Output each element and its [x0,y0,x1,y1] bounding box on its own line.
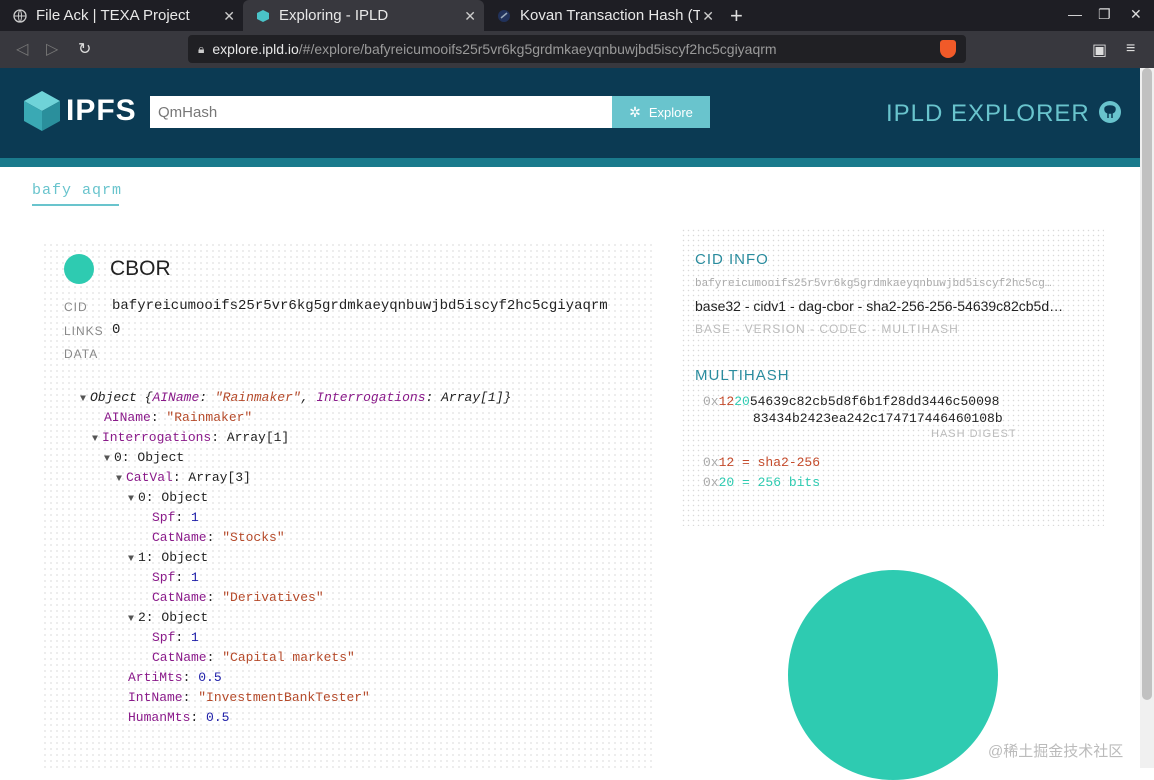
hash-length-line: 0x20 = 256 bits [703,475,821,490]
site-title: IPLD EXPLORER [886,100,1090,127]
cid-value: bafyreicumooifs25r5vr6kg5grdmkaeyqnbuwjb… [112,298,608,314]
expand-triangle-icon[interactable]: ▼ [116,470,126,490]
cid-label: CID [64,300,88,314]
tree-row-catval-1[interactable]: ▼ 1: Object [80,548,511,568]
cid-info-card: CID INFO bafyreicumooifs25r5vr6kg5grdmka… [681,228,1104,526]
minimize-icon[interactable]: — [1068,6,1082,22]
ipfs-cube-icon [255,8,271,24]
cid-info-legend: BASE - VERSION - CODEC - MULTIHASH [695,322,959,336]
tree-row-intname: IntName: "InvestmentBankTester" [128,690,370,705]
maximize-icon[interactable]: ❐ [1098,6,1111,23]
ipfs-logo-icon [22,90,62,137]
cid-info-description: base32 - cidv1 - dag-cbor - sha2-256-256… [695,298,1064,314]
tab-title: File Ack | TEXA Project [36,7,190,24]
tree-row-spf: Spf: 1 [152,510,199,525]
expand-triangle-icon[interactable]: ▼ [80,390,90,410]
tree-row-catname: CatName: "Derivatives" [152,590,324,605]
multihash-line-2: 83434b2423ea242c174717446460108b [753,411,1003,426]
reload-icon[interactable]: ↻ [78,39,91,59]
cid-info-title: CID INFO [695,251,769,268]
tree-row-artimts: ArtiMts: 0.5 [128,670,222,685]
multihash-line-1: 0x122054639c82cb5d8f6b1f28dd3446c50098 [703,394,1000,409]
globe-icon [12,8,28,24]
tree-row-catval[interactable]: ▼ CatVal: Array[3] [80,468,511,488]
lock-icon: 🔒︎ [198,41,205,56]
forward-icon[interactable]: ▷ [46,39,58,59]
expand-triangle-icon[interactable]: ▼ [128,610,138,630]
cid-info-cid: bafyreicumooifs25r5vr6kg5grdmkaeyqnbuwjb… [695,278,1052,290]
breadcrumb-underline [32,204,119,206]
site-header: IPFS ✲ Explore IPLD EXPLORER [0,68,1140,158]
new-tab-icon[interactable]: + [730,3,743,29]
hash-function-line: 0x12 = sha2-256 [703,455,821,470]
etherscan-icon [496,8,512,24]
browser-tab-bar: File Ack | TEXA Project ✕ Exploring - IP… [0,0,1154,31]
back-icon[interactable]: ◁ [16,39,28,59]
watermark: @稀土掘金技术社区 [988,743,1124,760]
tree-row-humanmts: HumanMts: 0.5 [128,710,230,725]
data-label: DATA [64,347,99,361]
expand-triangle-icon[interactable]: ▼ [128,550,138,570]
tree-row-item-0[interactable]: ▼ 0: Object [80,448,511,468]
browser-toolbar: ◁ ▷ ↻ 🔒︎ explore.ipld.io /#/explore/bafy… [0,31,1154,68]
codec-title: CBOR [110,257,171,280]
tree-row-catval-2[interactable]: ▼ 2: Object [80,608,511,628]
url-path: /#/explore/bafyreicumooifs25r5vr6kg5grdm… [298,41,777,57]
tree-row-ainame: AIName: "Rainmaker" [104,410,253,425]
explore-label: Explore [648,104,693,120]
links-label: LINKS [64,324,104,338]
codec-dot-icon [64,254,94,284]
expand-triangle-icon[interactable]: ▼ [92,430,102,450]
tree-row-spf: Spf: 1 [152,630,199,645]
logo-text: IPFS [66,94,137,127]
close-icon[interactable]: ✕ [223,8,235,25]
tree-row-catval-0[interactable]: ▼ 0: Object [80,488,511,508]
explore-button[interactable]: ✲ Explore [612,96,710,128]
tab-kovan[interactable]: Kovan Transaction Hash (T ✕ [484,0,722,31]
breadcrumb[interactable]: bafy aqrm [32,182,122,199]
wallet-icon[interactable]: ▣ [1092,40,1107,60]
data-tree: ▼ Object {AIName: "Rainmaker", Interrogat… [80,388,511,728]
tab-exploring-ipld[interactable]: Exploring - IPLD ✕ [243,0,484,31]
scrollbar-thumb[interactable] [1142,68,1152,700]
tree-row-catname: CatName: "Capital markets" [152,650,355,665]
expand-triangle-icon[interactable]: ▼ [128,490,138,510]
tree-row-catname: CatName: "Stocks" [152,530,285,545]
url-host: explore.ipld.io [212,41,299,57]
explore-icon: ✲ [629,103,641,120]
menu-icon[interactable]: ≡ [1126,40,1135,58]
tree-row-spf: Spf: 1 [152,570,199,585]
tree-row-interrogations[interactable]: ▼ Interrogations: Array[1] [80,428,511,448]
address-bar[interactable]: 🔒︎ explore.ipld.io /#/explore/bafyreicum… [188,35,966,63]
tree-root-row[interactable]: ▼ Object {AIName: "Rainmaker", Interrogat… [80,388,511,408]
tab-title: Kovan Transaction Hash (T [520,7,700,24]
tab-title: Exploring - IPLD [279,7,389,24]
close-icon[interactable]: ✕ [464,8,476,25]
close-icon[interactable]: ✕ [702,8,714,25]
node-card: CBOR CID bafyreicumooifs25r5vr6kg5grdmka… [42,242,656,768]
dag-node-circle[interactable] [788,570,998,780]
github-icon[interactable] [1098,100,1122,129]
search-input[interactable] [150,96,612,128]
brave-shield-icon[interactable] [940,40,956,58]
header-band [0,158,1140,167]
window-close-icon[interactable]: ✕ [1130,6,1142,23]
tab-file-ack[interactable]: File Ack | TEXA Project ✕ [0,0,243,31]
hash-digest-label: HASH DIGEST [931,428,1017,440]
links-value: 0 [112,322,121,338]
multihash-title: MULTIHASH [695,367,790,384]
expand-triangle-icon[interactable]: ▼ [104,450,114,470]
